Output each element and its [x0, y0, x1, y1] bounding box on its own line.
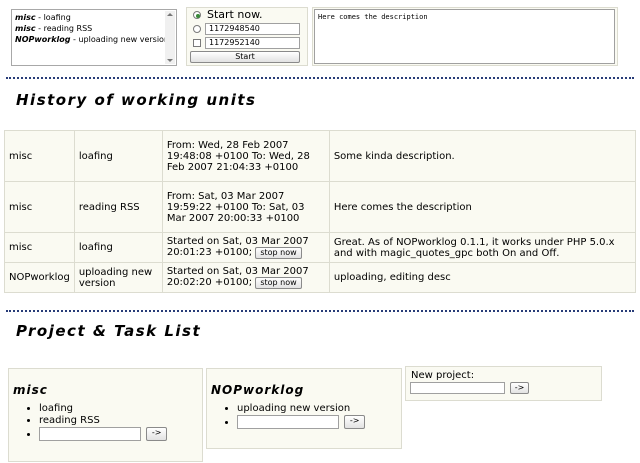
new-project-input[interactable]: [410, 382, 505, 394]
history-task-cell: reading RSS: [73, 181, 163, 233]
new-project-label: New project:: [411, 370, 475, 381]
history-description-cell: uploading, editing desc: [328, 262, 637, 293]
table-row: misc loafing From: Wed, 28 Feb 2007 19:4…: [4, 130, 637, 182]
recent-task-item[interactable]: NOPworklog - uploading new version: [15, 34, 173, 45]
history-task-cell: loafing: [73, 232, 163, 263]
divider: [6, 77, 634, 79]
history-task-cell: loafing: [73, 130, 163, 182]
task-label: loafing: [39, 403, 74, 414]
table-row: NOPworklog uploading new version Started…: [4, 262, 637, 293]
history-project-cell: NOPworklog: [4, 262, 75, 293]
task-item[interactable]: loafing: [39, 403, 202, 415]
recent-task-name: loafing: [43, 13, 71, 22]
history-task-cell: uploading new version: [73, 262, 163, 293]
divider: [6, 310, 634, 312]
new-task-row: ->: [39, 427, 202, 441]
new-task-input[interactable]: [39, 427, 141, 441]
recent-task-item[interactable]: misc - reading RSS: [15, 23, 173, 34]
start-time-input[interactable]: 1172948540: [205, 23, 300, 35]
project-box-nopworklog: NOPworklog uploading new version ->: [206, 368, 402, 449]
listbox-scrollbar[interactable]: [165, 11, 175, 64]
history-project-cell: misc: [4, 232, 75, 263]
history-description-cell: Here comes the description: [328, 181, 637, 233]
stop-now-button[interactable]: stop now: [255, 277, 302, 289]
table-row: misc loafing Started on Sat, 03 Mar 2007…: [4, 232, 637, 263]
history-heading: History of working units: [16, 91, 257, 109]
history-table: misc loafing From: Wed, 28 Feb 2007 19:4…: [4, 130, 637, 293]
task-item[interactable]: uploading new version: [237, 403, 401, 415]
history-time-text: From: Wed, 28 Feb 2007 19:48:08 +0100 To…: [166, 139, 310, 173]
task-label: uploading new version: [237, 403, 351, 414]
history-time-cell: Started on Sat, 03 Mar 2007 20:01:23 +01…: [161, 232, 330, 263]
history-time-cell: Started on Sat, 03 Mar 2007 20:02:20 +01…: [161, 262, 330, 293]
recent-tasks-listbox[interactable]: misc - loafing misc - reading RSS NOPwor…: [11, 9, 177, 66]
project-name: misc: [13, 383, 48, 397]
history-project-cell: misc: [4, 130, 75, 182]
history-time-cell: From: Wed, 28 Feb 2007 19:48:08 +0100 To…: [161, 130, 330, 182]
history-description-cell: Some kinda description.: [328, 130, 637, 182]
project-box-misc: misc loafing reading RSS ->: [8, 368, 203, 462]
recent-task-name: reading RSS: [43, 24, 93, 33]
start-now-label: Start now.: [207, 8, 263, 21]
recent-task-item[interactable]: misc - loafing: [15, 12, 173, 23]
start-button[interactable]: Start: [190, 51, 300, 63]
history-project-cell: misc: [4, 181, 75, 233]
task-label: reading RSS: [39, 415, 100, 426]
project-name: NOPworklog: [211, 383, 305, 397]
history-time-text: From: Sat, 03 Mar 2007 19:59:22 +0100 To…: [166, 190, 305, 224]
recent-project-name: misc: [15, 13, 36, 22]
task-item[interactable]: reading RSS: [39, 415, 202, 427]
start-at-time-radio[interactable]: [193, 25, 201, 33]
recent-project-name: misc: [15, 24, 36, 33]
scroll-down-arrow-icon[interactable]: [167, 59, 173, 62]
description-textarea[interactable]: Here comes the description: [314, 9, 615, 64]
history-description-cell: Great. As of NOPworklog 0.1.1, it works …: [328, 232, 637, 263]
new-task-input[interactable]: [237, 415, 339, 429]
end-time-checkbox[interactable]: [193, 39, 201, 47]
scroll-up-arrow-icon[interactable]: [167, 13, 173, 16]
project-list-heading: Project & Task List: [16, 322, 202, 340]
add-project-button[interactable]: ->: [510, 382, 529, 394]
new-task-row: ->: [237, 415, 401, 429]
table-row: misc reading RSS From: Sat, 03 Mar 2007 …: [4, 181, 637, 233]
stop-now-button[interactable]: stop now: [255, 247, 302, 259]
recent-task-name: uploading new version: [78, 35, 170, 44]
start-now-radio[interactable]: [193, 11, 201, 19]
add-task-button[interactable]: ->: [344, 415, 366, 429]
recent-project-name: NOPworklog: [15, 35, 71, 44]
add-task-button[interactable]: ->: [146, 427, 168, 441]
history-time-cell: From: Sat, 03 Mar 2007 19:59:22 +0100 To…: [161, 181, 330, 233]
end-time-input[interactable]: 1172952140: [205, 37, 300, 49]
